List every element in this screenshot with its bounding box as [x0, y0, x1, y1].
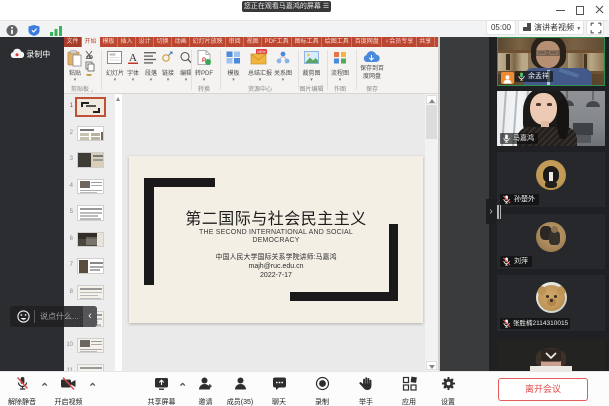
svg-text:A: A: [129, 52, 137, 64]
svg-text:NEW: NEW: [257, 50, 266, 54]
